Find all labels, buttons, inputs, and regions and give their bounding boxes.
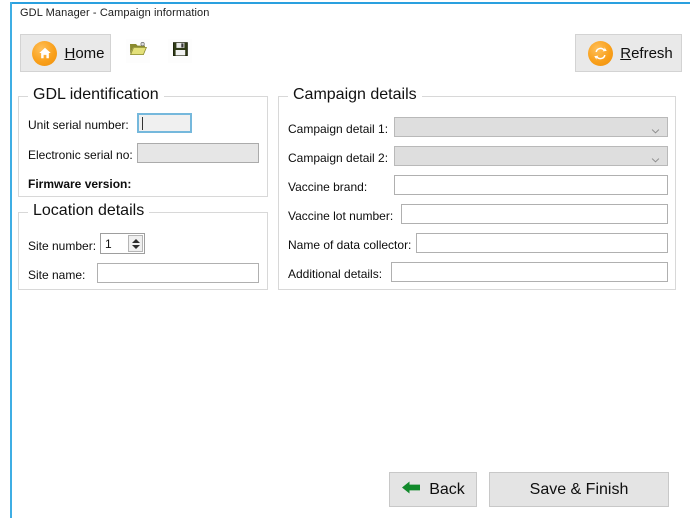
campaign-detail-2-label: Campaign detail 2: (288, 151, 388, 165)
open-file-button[interactable] (125, 38, 151, 64)
stepper-up-icon[interactable] (132, 239, 140, 243)
application-window: GDL Manager - Campaign information Home (0, 0, 690, 518)
stepper-down-icon[interactable] (132, 245, 140, 249)
chevron-down-icon (651, 123, 660, 132)
additional-details-label: Additional details: (288, 267, 382, 281)
gdl-identification-group: GDL identification Unit serial number: E… (18, 96, 268, 197)
name-of-data-collector-input[interactable] (416, 233, 668, 253)
vaccine-lot-number-input[interactable] (401, 204, 668, 224)
home-button-label: Home (64, 45, 104, 62)
unit-serial-number-label: Unit serial number: (28, 118, 129, 132)
name-of-data-collector-label: Name of data collector: (288, 238, 411, 252)
electronic-serial-number-label: Electronic serial no: (28, 148, 133, 162)
refresh-accel-char: R (620, 45, 631, 62)
site-number-stepper[interactable]: 1 (100, 233, 145, 254)
electronic-serial-number-input (137, 143, 259, 163)
campaign-details-title: Campaign details (288, 86, 422, 104)
location-details-title: Location details (28, 202, 149, 220)
site-number-value: 1 (105, 237, 112, 251)
back-button-label: Back (429, 481, 465, 499)
vaccine-brand-label: Vaccine brand: (288, 180, 367, 194)
left-arrow-icon (401, 480, 421, 500)
unit-serial-number-input[interactable] (137, 113, 192, 133)
save-file-button[interactable] (167, 38, 193, 64)
back-button[interactable]: Back (389, 472, 477, 507)
site-name-input[interactable] (97, 263, 259, 283)
refresh-label-rest: efresh (631, 45, 673, 62)
home-icon (32, 41, 57, 66)
refresh-button[interactable]: Refresh (575, 34, 682, 72)
chevron-down-icon (651, 152, 660, 161)
campaign-detail-1-combobox[interactable] (394, 117, 668, 137)
title-bar: GDL Manager - Campaign information (12, 4, 690, 24)
campaign-detail-1-label: Campaign detail 1: (288, 122, 388, 136)
text-caret (142, 117, 143, 130)
vaccine-brand-input[interactable] (394, 175, 668, 195)
window-title: GDL Manager - Campaign information (20, 7, 209, 19)
refresh-icon (588, 41, 613, 66)
site-name-label: Site name: (28, 268, 85, 282)
vaccine-lot-number-label: Vaccine lot number: (288, 209, 393, 223)
home-accel-char: H (64, 45, 75, 62)
firmware-version-label: Firmware version: (28, 177, 131, 191)
additional-details-input[interactable] (391, 262, 668, 282)
site-number-label: Site number: (28, 239, 96, 253)
home-label-rest: ome (75, 45, 104, 62)
save-and-finish-label: Save & Finish (530, 481, 629, 499)
open-folder-icon (129, 41, 147, 62)
campaign-details-group: Campaign details Campaign detail 1: Camp… (278, 96, 676, 290)
refresh-button-label: Refresh (620, 45, 673, 62)
floppy-disk-icon (172, 41, 189, 62)
home-button[interactable]: Home (20, 34, 111, 72)
gdl-identification-title: GDL identification (28, 86, 164, 104)
site-number-stepper-buttons[interactable] (128, 235, 143, 252)
toolbar: Home (12, 26, 690, 80)
save-and-finish-button[interactable]: Save & Finish (489, 472, 669, 507)
campaign-detail-2-combobox[interactable] (394, 146, 668, 166)
